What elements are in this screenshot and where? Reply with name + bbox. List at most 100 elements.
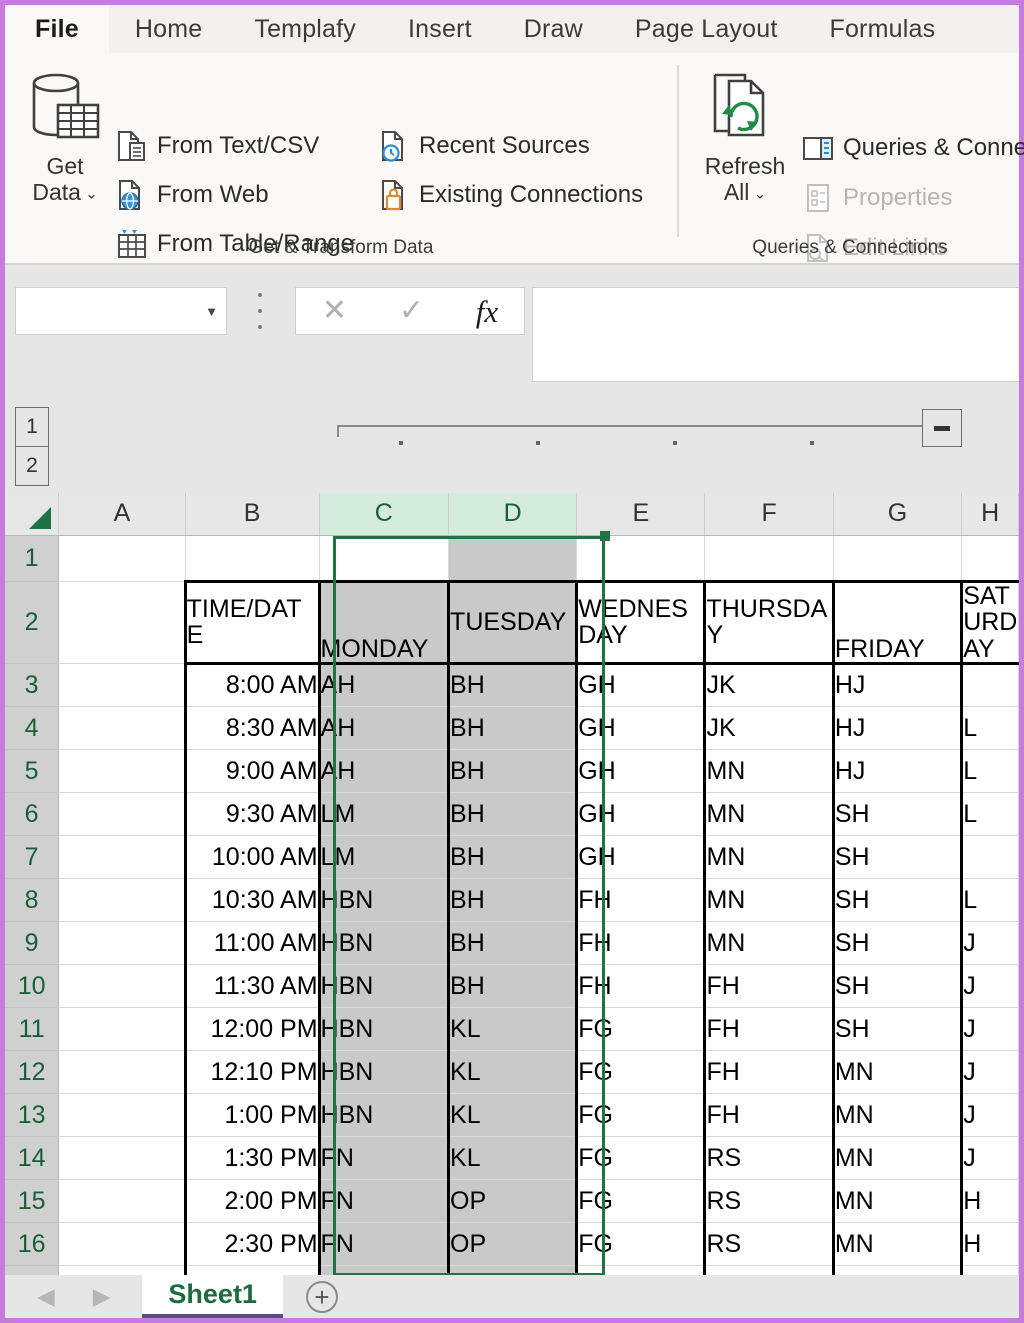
row-header[interactable]: 10: [5, 965, 59, 1008]
cell-c13-monday[interactable]: HBN: [319, 1094, 449, 1137]
cell-e7-wednesday[interactable]: GH: [577, 836, 705, 879]
cell-a13[interactable]: [59, 1094, 185, 1137]
name-box[interactable]: ▼: [15, 287, 227, 335]
row-header[interactable]: 9: [5, 922, 59, 965]
cell-f12-thursday[interactable]: FH: [705, 1051, 833, 1094]
row-header[interactable]: 17: [5, 1266, 59, 1276]
spreadsheet-grid[interactable]: A B C D E F G H 1: [5, 493, 1019, 1275]
cell-f9-thursday[interactable]: MN: [705, 922, 833, 965]
cell-d15-tuesday[interactable]: OP: [449, 1180, 577, 1223]
chevron-down-icon[interactable]: ⌄: [749, 186, 766, 203]
cell-a14[interactable]: [59, 1137, 185, 1180]
cell-f13-thursday[interactable]: FH: [705, 1094, 833, 1137]
row-header[interactable]: 6: [5, 793, 59, 836]
cell-h11-saturday[interactable]: J: [962, 1008, 1019, 1051]
cell-d7-tuesday[interactable]: BH: [449, 836, 577, 879]
formula-input[interactable]: [532, 287, 1019, 382]
cell-c14-monday[interactable]: FN: [319, 1137, 449, 1180]
cell-g2-friday-header[interactable]: FRIDAY: [833, 581, 961, 664]
cell-h13-saturday[interactable]: J: [962, 1094, 1019, 1137]
cell-d6-tuesday[interactable]: BH: [449, 793, 577, 836]
cell-g11-friday[interactable]: SH: [833, 1008, 961, 1051]
existing-connections-button[interactable]: Existing Connections: [377, 178, 643, 212]
add-sheet-button[interactable]: +: [283, 1275, 361, 1318]
cell-d1[interactable]: [449, 535, 577, 581]
cell-a3[interactable]: [59, 664, 185, 707]
ribbon-tab-file[interactable]: File: [5, 5, 109, 53]
cell-d13-tuesday[interactable]: KL: [449, 1094, 577, 1137]
cell-f4-thursday[interactable]: JK: [705, 707, 833, 750]
cell-a1[interactable]: [59, 535, 185, 581]
cell-b4-time[interactable]: 8:30 AM: [185, 707, 319, 750]
ribbon-tab-draw[interactable]: Draw: [498, 5, 609, 53]
cell-g17-friday[interactable]: GH: [833, 1266, 961, 1276]
cell-d5-tuesday[interactable]: BH: [449, 750, 577, 793]
cell-c9-monday[interactable]: HBN: [319, 922, 449, 965]
cell-g4-friday[interactable]: HJ: [833, 707, 961, 750]
formula-bar-grip[interactable]: [253, 293, 267, 329]
cell-h16-saturday[interactable]: H: [962, 1223, 1019, 1266]
cell-f7-thursday[interactable]: MN: [705, 836, 833, 879]
fill-handle[interactable]: [600, 531, 610, 541]
cell-d9-tuesday[interactable]: BH: [449, 922, 577, 965]
cell-f1[interactable]: [705, 535, 833, 581]
row-header[interactable]: 2: [5, 581, 59, 664]
ribbon-tab-templafy[interactable]: Templafy: [228, 5, 382, 53]
cell-h14-saturday[interactable]: J: [962, 1137, 1019, 1180]
cell-b3-time[interactable]: 8:00 AM: [185, 664, 319, 707]
cell-d17-tuesday[interactable]: OP: [449, 1266, 577, 1276]
cell-f14-thursday[interactable]: RS: [705, 1137, 833, 1180]
cell-a8[interactable]: [59, 879, 185, 922]
cell-e9-wednesday[interactable]: FH: [577, 922, 705, 965]
cell-b17-time[interactable]: 3:00 PM: [185, 1266, 319, 1276]
cell-b7-time[interactable]: 10:00 AM: [185, 836, 319, 879]
cell-c1[interactable]: [319, 535, 449, 581]
cell-g1[interactable]: [833, 535, 961, 581]
ribbon-tab-formulas[interactable]: Formulas: [803, 5, 961, 53]
cell-h8-saturday[interactable]: L: [962, 879, 1019, 922]
column-header-f[interactable]: F: [705, 493, 833, 535]
column-header-g[interactable]: G: [833, 493, 961, 535]
cell-e17-wednesday[interactable]: FG: [577, 1266, 705, 1276]
cell-f11-thursday[interactable]: FH: [705, 1008, 833, 1051]
cell-g12-friday[interactable]: MN: [833, 1051, 961, 1094]
cell-e15-wednesday[interactable]: FG: [577, 1180, 705, 1223]
cell-h17-saturday[interactable]: L: [962, 1266, 1019, 1276]
cell-b13-time[interactable]: 1:00 PM: [185, 1094, 319, 1137]
previous-sheet-icon[interactable]: ◀: [37, 1283, 55, 1310]
row-header[interactable]: 14: [5, 1137, 59, 1180]
cell-c6-monday[interactable]: LM: [319, 793, 449, 836]
cell-a9[interactable]: [59, 922, 185, 965]
cell-e10-wednesday[interactable]: FH: [577, 965, 705, 1008]
cell-c8-monday[interactable]: HBN: [319, 879, 449, 922]
outline-level-1-button[interactable]: 1: [15, 407, 49, 447]
column-header-d[interactable]: D: [449, 493, 577, 535]
ribbon-tab-home[interactable]: Home: [109, 5, 229, 53]
cell-g6-friday[interactable]: SH: [833, 793, 961, 836]
cell-e8-wednesday[interactable]: FH: [577, 879, 705, 922]
cell-c2-monday-header[interactable]: MONDAY: [319, 581, 449, 664]
cell-d3-tuesday[interactable]: BH: [449, 664, 577, 707]
cell-b5-time[interactable]: 9:00 AM: [185, 750, 319, 793]
cell-a7[interactable]: [59, 836, 185, 879]
cell-a12[interactable]: [59, 1051, 185, 1094]
cell-f15-thursday[interactable]: RS: [705, 1180, 833, 1223]
cell-g8-friday[interactable]: SH: [833, 879, 961, 922]
column-header-b[interactable]: B: [185, 493, 319, 535]
cell-b15-time[interactable]: 2:00 PM: [185, 1180, 319, 1223]
row-header[interactable]: 4: [5, 707, 59, 750]
row-header[interactable]: 13: [5, 1094, 59, 1137]
cell-c10-monday[interactable]: HBN: [319, 965, 449, 1008]
queries-and-connections-button[interactable]: Queries & Conne: [801, 131, 1024, 165]
row-header[interactable]: 11: [5, 1008, 59, 1051]
cell-e14-wednesday[interactable]: FG: [577, 1137, 705, 1180]
cell-b6-time[interactable]: 9:30 AM: [185, 793, 319, 836]
cell-d10-tuesday[interactable]: BH: [449, 965, 577, 1008]
cell-e6-wednesday[interactable]: GH: [577, 793, 705, 836]
cell-e3-wednesday[interactable]: GH: [577, 664, 705, 707]
refresh-all-button[interactable]: Refresh All ⌄: [697, 65, 793, 206]
cell-b16-time[interactable]: 2:30 PM: [185, 1223, 319, 1266]
cell-g15-friday[interactable]: MN: [833, 1180, 961, 1223]
column-header-e[interactable]: E: [577, 493, 705, 535]
row-header[interactable]: 16: [5, 1223, 59, 1266]
